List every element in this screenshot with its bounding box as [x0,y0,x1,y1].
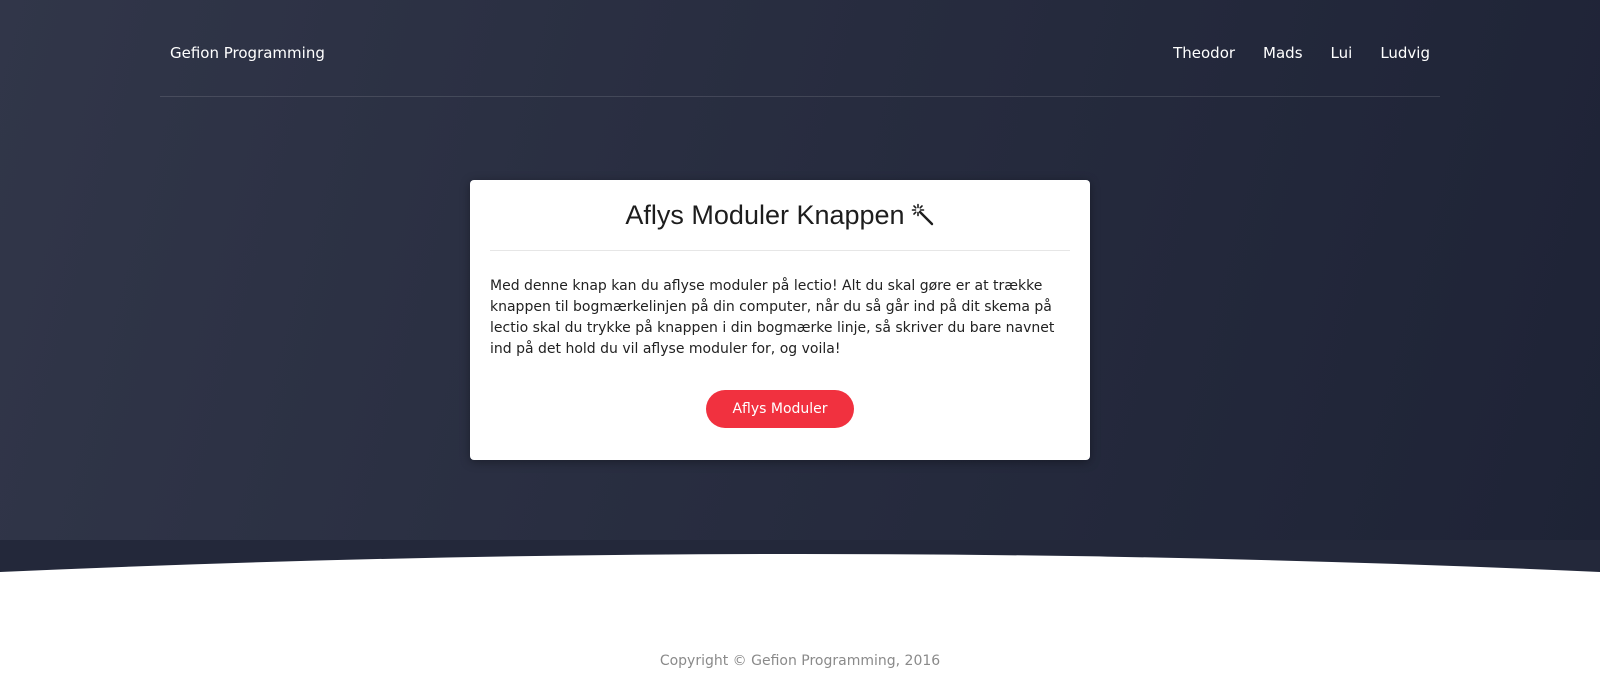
nav-link-mads[interactable]: Mads [1263,44,1302,62]
hero-section: Gefion Programming Theodor Mads Lui Ludv… [0,0,1600,572]
nav-link-lui[interactable]: Lui [1331,44,1353,62]
footer-copyright: Copyright © Gefion Programming, 2016 [659,653,941,669]
magic-wand-icon [911,203,935,227]
main-nav: Theodor Mads Lui Ludvig [1173,44,1430,62]
nav-link-theodor[interactable]: Theodor [1173,44,1235,62]
hero-curve-divider [0,540,1600,580]
brand-link[interactable]: Gefion Programming [170,44,325,62]
page: Gefion Programming Theodor Mads Lui Ludv… [0,0,1600,691]
aflys-moduler-button[interactable]: Aflys Moduler [706,390,854,428]
card-header: Aflys Moduler Knappen [490,180,1070,251]
nav-link-ludvig[interactable]: Ludvig [1380,44,1430,62]
site-header: Gefion Programming Theodor Mads Lui Ludv… [160,0,1440,97]
card-description: Med denne knap kan du aflyse moduler på … [490,278,1055,357]
card-title: Aflys Moduler Knappen [625,199,905,230]
info-card: Aflys Moduler Knappen Med denne knap kan… [470,180,1090,460]
